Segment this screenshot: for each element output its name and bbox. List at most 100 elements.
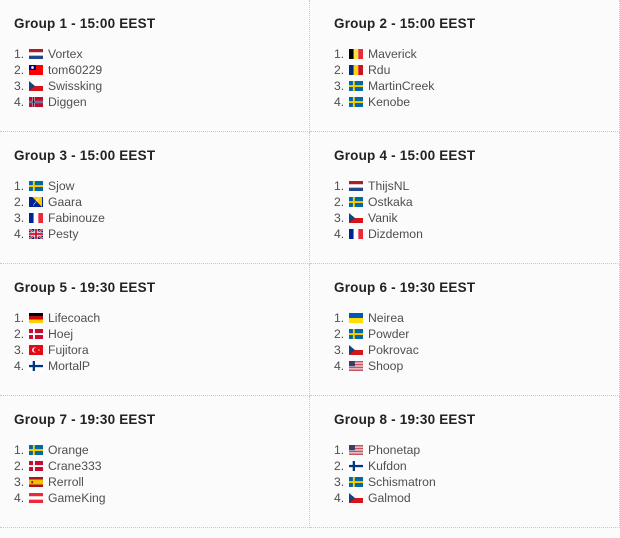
player-rank: 3. bbox=[334, 342, 345, 357]
player-rank: 2. bbox=[14, 194, 25, 209]
player-rank: 1. bbox=[334, 442, 345, 457]
player-list: 1. Vortex 2. tom60229 3. Swissking 4. Digge… bbox=[14, 46, 309, 110]
list-item: 3. Pokrovac bbox=[334, 342, 619, 358]
list-item: 4. MortalP bbox=[14, 358, 309, 374]
player-rank: 4. bbox=[334, 226, 345, 241]
player-name: Rdu bbox=[368, 62, 391, 77]
list-item: 3. MartinCreek bbox=[334, 78, 619, 94]
group-title: Group 5 - 19:30 EEST bbox=[14, 280, 156, 295]
flag-dk-icon bbox=[29, 460, 43, 471]
group-card-inner: Group 4 - 15:00 EEST 1. ThijsNL 2. Ostkaka… bbox=[334, 148, 619, 242]
player-rank: 2. bbox=[14, 326, 25, 341]
list-item: 3. Fabinouze bbox=[14, 210, 309, 226]
group-card-inner: Group 1 - 15:00 EEST 1. Vortex 2. tom60229… bbox=[14, 16, 309, 110]
flag-fi-icon bbox=[29, 360, 43, 371]
flag-dk-icon bbox=[29, 328, 43, 339]
flag-de-icon bbox=[29, 312, 43, 323]
player-rank: 3. bbox=[334, 78, 345, 93]
group-card: Group 2 - 15:00 EEST 1. Maverick 2. Rdu 3. … bbox=[310, 0, 620, 132]
player-rank: 4. bbox=[334, 358, 345, 373]
list-item: 3. Rerroll bbox=[14, 474, 309, 490]
player-list: 1. Orange 2. Crane333 3. Rerroll 4. GameKin… bbox=[14, 442, 309, 506]
group-card: Group 6 - 19:30 EEST 1. Neirea 2. Powder 3.… bbox=[310, 264, 620, 396]
group-title: Group 8 - 19:30 EEST bbox=[334, 412, 476, 427]
player-name: Pesty bbox=[48, 226, 79, 241]
flag-at-icon bbox=[29, 492, 43, 503]
player-list: 1. Sjow 2. Gaara 3. Fabinouze 4. Pesty bbox=[14, 178, 309, 242]
flag-tw-icon bbox=[29, 64, 43, 75]
flag-no-icon bbox=[29, 96, 43, 107]
player-rank: 4. bbox=[14, 94, 25, 109]
player-rank: 1. bbox=[334, 310, 345, 325]
player-name: Pokrovac bbox=[368, 342, 419, 357]
list-item: 2. Crane333 bbox=[14, 458, 309, 474]
player-rank: 1. bbox=[14, 46, 25, 61]
player-name: ThijsNL bbox=[368, 178, 410, 193]
list-item: 4. Kenobe bbox=[334, 94, 619, 110]
list-item: 1. Maverick bbox=[334, 46, 619, 62]
flag-nl-icon bbox=[349, 180, 363, 191]
flag-se-icon bbox=[349, 328, 363, 339]
list-item: 3. Swissking bbox=[14, 78, 309, 94]
player-name: Powder bbox=[368, 326, 410, 341]
flag-se-icon bbox=[349, 96, 363, 107]
list-item: 3. Fujitora bbox=[14, 342, 309, 358]
group-card: Group 5 - 19:30 EEST 1. Lifecoach 2. Hoej 3… bbox=[0, 264, 310, 396]
player-rank: 2. bbox=[14, 458, 25, 473]
player-name: Kenobe bbox=[368, 94, 411, 109]
list-item: 2. Gaara bbox=[14, 194, 309, 210]
group-title: Group 1 - 15:00 EEST bbox=[14, 16, 156, 31]
player-name: Shoop bbox=[368, 358, 404, 373]
group-card-inner: Group 6 - 19:30 EEST 1. Neirea 2. Powder 3.… bbox=[334, 280, 619, 374]
player-list: 1. Neirea 2. Powder 3. Pokrovac 4. Shoop bbox=[334, 310, 619, 374]
player-name: Orange bbox=[48, 442, 89, 457]
list-item: 4. Pesty bbox=[14, 226, 309, 242]
player-name: Crane333 bbox=[48, 458, 102, 473]
player-rank: 4. bbox=[334, 94, 345, 109]
player-name: MartinCreek bbox=[368, 78, 435, 93]
list-item: 2. Hoej bbox=[14, 326, 309, 342]
player-name: Gaara bbox=[48, 194, 82, 209]
player-list: 1. Lifecoach 2. Hoej 3. Fujitora 4. MortalP bbox=[14, 310, 309, 374]
player-list: 1. Maverick 2. Rdu 3. MartinCreek 4. Kenobe bbox=[334, 46, 619, 110]
player-name: Kufdon bbox=[368, 458, 407, 473]
group-card-inner: Group 7 - 19:30 EEST 1. Orange 2. Crane333… bbox=[14, 412, 309, 506]
player-name: Neirea bbox=[368, 310, 404, 325]
player-rank: 2. bbox=[14, 62, 25, 77]
flag-nl-icon bbox=[29, 48, 43, 59]
list-item: 1. Sjow bbox=[14, 178, 309, 194]
player-rank: 2. bbox=[334, 326, 345, 341]
group-card-inner: Group 8 - 19:30 EEST 1. Phonetap 2. Kufdon… bbox=[334, 412, 619, 506]
player-name: Dizdemon bbox=[368, 226, 423, 241]
flag-us-icon bbox=[349, 444, 363, 455]
group-card-inner: Group 5 - 19:30 EEST 1. Lifecoach 2. Hoej 3… bbox=[14, 280, 309, 374]
player-rank: 3. bbox=[14, 78, 25, 93]
group-card-inner: Group 2 - 15:00 EEST 1. Maverick 2. Rdu 3. … bbox=[334, 16, 619, 110]
flag-be-icon bbox=[349, 48, 363, 59]
flag-ba-icon bbox=[29, 196, 43, 207]
list-item: 1. ThijsNL bbox=[334, 178, 619, 194]
list-item: 1. Orange bbox=[14, 442, 309, 458]
player-rank: 1. bbox=[334, 46, 345, 61]
list-item: 4. Diggen bbox=[14, 94, 309, 110]
group-title: Group 2 - 15:00 EEST bbox=[334, 16, 476, 31]
flag-cz-icon bbox=[349, 212, 363, 223]
group-card: Group 1 - 15:00 EEST 1. Vortex 2. tom60229… bbox=[0, 0, 310, 132]
flag-cz-icon bbox=[29, 80, 43, 91]
list-item: 1. Lifecoach bbox=[14, 310, 309, 326]
list-item: 1. Phonetap bbox=[334, 442, 619, 458]
player-name: Fujitora bbox=[48, 342, 89, 357]
group-card-inner: Group 3 - 15:00 EEST 1. Sjow 2. Gaara 3. Fa… bbox=[14, 148, 309, 242]
player-name: Sjow bbox=[48, 178, 75, 193]
player-rank: 4. bbox=[14, 358, 25, 373]
flag-es-icon bbox=[29, 476, 43, 487]
player-name: tom60229 bbox=[48, 62, 103, 77]
player-rank: 3. bbox=[334, 474, 345, 489]
list-item: 4. Dizdemon bbox=[334, 226, 619, 242]
player-name: Diggen bbox=[48, 94, 87, 109]
list-item: 4. Shoop bbox=[334, 358, 619, 374]
group-title: Group 4 - 15:00 EEST bbox=[334, 148, 476, 163]
group-title: Group 6 - 19:30 EEST bbox=[334, 280, 476, 295]
player-rank: 1. bbox=[334, 178, 345, 193]
flag-fr-icon bbox=[29, 212, 43, 223]
